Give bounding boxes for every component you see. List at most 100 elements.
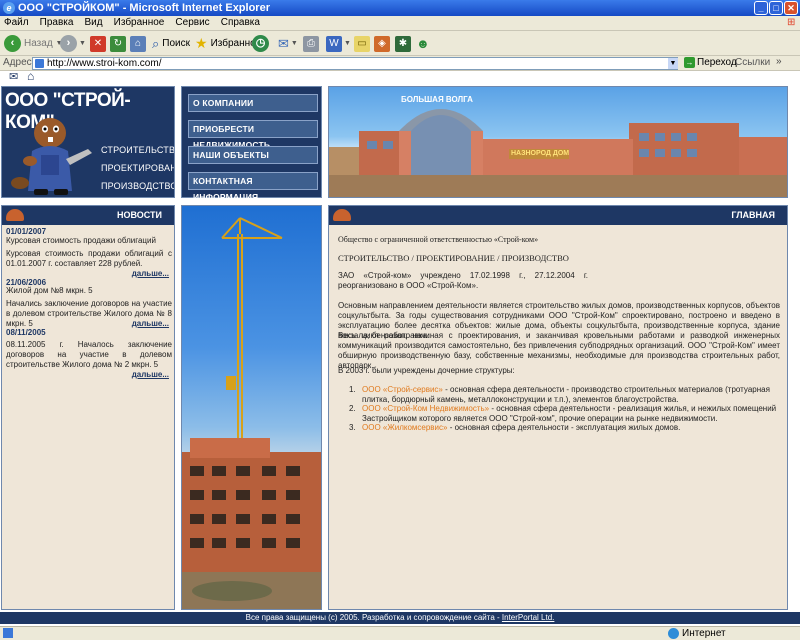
news-date[interactable]: 01/01/2007	[6, 227, 46, 236]
nav-contacts[interactable]: КОНТАКТНАЯ ИНФОРМАЦИЯ	[188, 172, 318, 202]
news-header: НОВОСТИ	[2, 206, 174, 225]
search-button[interactable]: ⌕ Поиск	[152, 34, 190, 53]
stop-button[interactable]: ✕	[90, 34, 106, 53]
research-button[interactable]: ◈	[374, 34, 390, 53]
refresh-button[interactable]: ↻	[110, 34, 126, 53]
email-icon[interactable]: ✉	[9, 71, 18, 83]
address-label: Адрес	[3, 57, 32, 68]
mail-button[interactable]: ✉ ▼	[278, 34, 298, 53]
paragraph-history: ЗАО «Строй-ком» учреждено 17.02.1998 г.,…	[338, 271, 588, 290]
nav-about[interactable]: О КОМПАНИИ	[188, 94, 318, 112]
window-title: ООО "СТРОЙКОМ" - Microsoft Internet Expl…	[18, 2, 270, 14]
menu-view[interactable]: Вид	[81, 16, 107, 30]
history-button[interactable]: ◷	[252, 34, 269, 53]
print-icon: ⎙	[303, 35, 319, 52]
forward-dropdown-icon: ▼	[79, 40, 86, 47]
news-title: Курсовая стоимость продажи облигаций	[6, 236, 156, 245]
discuss-button[interactable]: ▭	[354, 34, 370, 53]
menu-favorites[interactable]: Избранное	[110, 16, 169, 30]
address-dropdown-icon[interactable]: ▼	[668, 58, 678, 69]
messenger-button[interactable]: ☻	[416, 34, 430, 53]
search-label: Поиск	[162, 38, 190, 49]
zone-label: Интернет	[682, 628, 726, 639]
subsidiary-link[interactable]: ООО «Жилкомсервис»	[362, 423, 447, 432]
paragraph-subsidiaries: В 2003 г. были учреждены дочерние структ…	[338, 366, 515, 375]
news-more-link[interactable]: дальше...	[132, 370, 169, 379]
helmet-icon	[6, 209, 24, 221]
news-more-link[interactable]: дальше...	[132, 269, 169, 278]
go-button[interactable]: → Переход	[684, 57, 737, 68]
web-page: ✉ ⌂ ООО "СТРОЙ-КОМ" СТРОИТЕЛЬСТВО ПРОЕКТ…	[0, 71, 800, 626]
messenger-icon: ☻	[416, 36, 430, 51]
close-button[interactable]: ✕	[784, 1, 798, 15]
window-titlebar: e ООО "СТРОЙКОМ" - Microsoft Internet Ex…	[0, 0, 800, 16]
address-input[interactable]: http://www.stroi-kom.com/	[32, 57, 678, 70]
windows-logo-icon: ⊞	[787, 17, 796, 28]
news-more-link[interactable]: дальше...	[132, 319, 169, 328]
edit-button[interactable]: W ▼	[326, 34, 351, 53]
security-zone: Интернет	[668, 628, 726, 639]
history-icon: ◷	[252, 35, 269, 52]
links-button[interactable]: Ссылки	[735, 57, 770, 68]
menu-bar: Файл Правка Вид Избранное Сервис Справка…	[0, 16, 800, 31]
nav-our-projects[interactable]: НАШИ ОБЪЕКТЫ	[188, 146, 318, 164]
page-icon	[35, 59, 44, 68]
main-panel: ГЛАВНАЯ Общество с ограниченной ответств…	[328, 205, 788, 610]
refresh-icon: ↻	[110, 35, 126, 52]
note-icon: ▭	[354, 35, 370, 52]
page-tools: ✉ ⌂	[0, 71, 800, 84]
forward-arrow-icon: ›	[60, 35, 77, 52]
menu-tools[interactable]: Сервис	[171, 16, 213, 30]
forward-button[interactable]: › ▼	[60, 34, 86, 53]
print-button[interactable]: ⎙	[303, 34, 319, 53]
news-text: 08.11.2005 г. Началось заключение догово…	[6, 340, 172, 369]
banner-photo: БОЛЬШАЯ ВОЛГА НАЗНОРОД ДОМ	[328, 86, 788, 198]
footer-developer-link[interactable]: InterPortal Ltd.	[502, 613, 554, 622]
ie-icon: e	[3, 2, 15, 14]
beaver-mascot-icon	[11, 118, 92, 195]
news-panel: НОВОСТИ 01/01/2007 Курсовая стоимость пр…	[1, 205, 175, 610]
back-button[interactable]: ‹ Назад ▼	[4, 34, 63, 53]
links-expand-icon[interactable]: »	[776, 56, 782, 67]
main-header: ГЛАВНАЯ	[329, 206, 787, 225]
internet-globe-icon	[668, 628, 679, 639]
banner-sign-top: БОЛЬШАЯ ВОЛГА	[401, 95, 473, 104]
minimize-button[interactable]: _	[754, 1, 768, 15]
service-construction: СТРОИТЕЛЬСТВО	[101, 145, 175, 155]
maximize-button[interactable]: □	[769, 1, 783, 15]
company-name: Общество с ограниченной ответственностью…	[338, 235, 539, 244]
nav-buy-property[interactable]: ПРИОБРЕСТИ НЕДВИЖИМОСТЬ	[188, 120, 318, 150]
back-label: Назад	[24, 38, 53, 49]
edit-dropdown-icon: ▼	[344, 40, 351, 47]
search-icon: ⌕	[152, 35, 160, 51]
home-button[interactable]: ⌂	[130, 34, 146, 53]
menu-edit[interactable]: Правка	[36, 16, 78, 30]
news-title: Жилой дом №8 мкрн. 5	[6, 286, 93, 295]
media-icon: ✱	[395, 35, 411, 52]
site-logo[interactable]: ООО "СТРОЙ-КОМ" СТРОИТЕЛЬСТВО ПРОЕКТИРОВ…	[1, 86, 175, 198]
subsidiary-link[interactable]: ООО «Строй-сервис»	[362, 385, 443, 394]
go-arrow-icon: →	[684, 57, 695, 68]
address-bar: Адрес http://www.stroi-kom.com/ ▼ → Пере…	[0, 56, 800, 71]
service-production: ПРОИЗВОДСТВО	[101, 181, 175, 191]
home-icon: ⌂	[130, 35, 146, 52]
page-footer: Все права защищены (c) 2005. Разработка …	[0, 612, 800, 624]
media-button[interactable]: ✱	[395, 34, 411, 53]
menu-file[interactable]: Файл	[0, 16, 33, 30]
home-page-icon[interactable]: ⌂	[27, 71, 34, 83]
site-nav: О КОМПАНИИ ПРИОБРЕСТИ НЕДВИЖИМОСТЬ НАШИ …	[181, 86, 322, 202]
helmet-icon	[333, 209, 351, 221]
toolbar: ‹ Назад ▼ › ▼ ✕ ↻ ⌂ ⌕ Поиск ★ Избранное …	[0, 31, 800, 56]
subsidiary-link[interactable]: ООО «Строй-Ком Недвижимость»	[362, 404, 489, 413]
menu-help[interactable]: Справка	[217, 16, 264, 30]
star-icon: ★	[195, 35, 208, 51]
footer-text: Все права защищены (c) 2005. Разработка …	[245, 613, 502, 622]
tagline: СТРОИТЕЛЬСТВО / ПРОЕКТИРОВАНИЕ / ПРОИЗВО…	[338, 253, 569, 263]
status-bar: Интернет	[0, 626, 800, 640]
research-icon: ◈	[374, 35, 390, 52]
news-heading: НОВОСТИ	[116, 210, 162, 220]
go-label: Переход	[697, 57, 737, 68]
news-date[interactable]: 08/11/2005	[6, 328, 46, 337]
address-url: http://www.stroi-kom.com/	[47, 58, 162, 69]
news-text: Курсовая стоимость продажи облигаций с 0…	[6, 249, 172, 268]
